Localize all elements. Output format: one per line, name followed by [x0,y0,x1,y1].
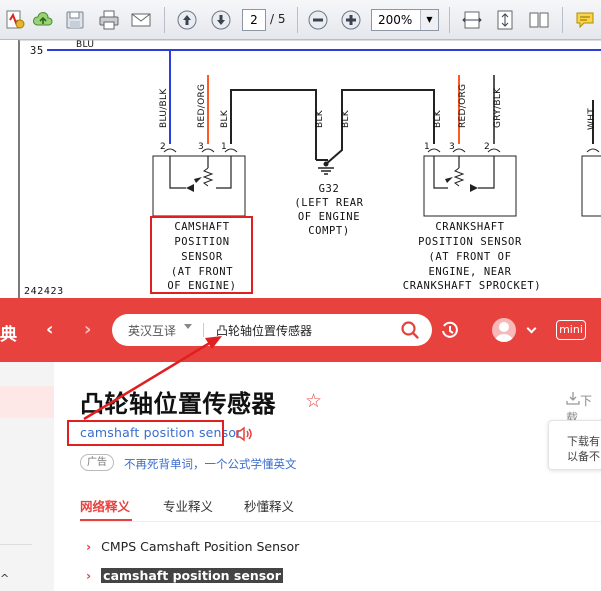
camshaft-sensor-label: CAMSHAFT POSITION SENSOR (AT FRONT OF EN… [167,221,236,292]
wire-number: 35 [30,45,44,57]
history-icon[interactable] [440,320,460,344]
next-page-icon[interactable] [208,7,234,33]
ad-link[interactable]: 不再死背单词，一个公式学懂英文 [124,456,297,472]
crankshaft-sensor-label: CRANKSHAFT POSITION SENSOR (AT FRONT OF … [403,221,541,292]
svg-text:POSITION SENSOR: POSITION SENSOR [418,236,522,248]
toolbar-divider [164,7,165,33]
svg-text:G32: G32 [319,183,340,195]
wire-label: RED/ORG [458,84,468,128]
toolbar-divider [297,7,298,33]
camshaft-sensor-symbol: 2 3 1 [152,142,246,217]
tab-quick-definition[interactable]: 秒懂释义 [244,496,294,515]
translation-mode-select[interactable]: 英汉互译 [128,322,176,339]
pdf-create-icon[interactable] [2,7,28,33]
zoom-out-icon[interactable] [305,7,331,33]
svg-text:(AT FRONT: (AT FRONT [171,266,233,278]
wire-label: BLK [433,109,443,128]
top-wire-label: BLU [76,40,94,50]
fit-page-icon[interactable] [492,7,518,33]
tab-web-definition[interactable]: 网络释义 [80,496,130,515]
ground-symbol [318,161,334,175]
svg-text:CAMSHAFT: CAMSHAFT [174,221,229,233]
svg-text:SENSOR: SENSOR [181,251,223,263]
svg-text:ENGINE, NEAR: ENGINE, NEAR [428,266,511,278]
zoom-value: 200% [378,13,413,27]
wire-label: GRY/BLK [493,87,503,128]
download-tooltip: 下载有 以备不 [548,420,601,470]
headword: 凸轮轴位置传感器 [80,390,276,418]
back-arrow-icon[interactable]: ‹ [46,319,53,340]
ground-label: G32 (LEFT REAR OF ENGINE COMPT) [294,183,363,237]
left-sidebar: ^ [0,362,54,591]
list-item[interactable]: › CMPS Camshaft Position Sensor [86,539,299,554]
save-icon[interactable] [62,7,88,33]
svg-text:(AT FRONT OF: (AT FRONT OF [428,251,511,263]
svg-text:CRANKSHAFT SPROCKET): CRANKSHAFT SPROCKET) [403,280,541,292]
svg-text:COMPT): COMPT) [308,225,350,237]
cloud-upload-icon[interactable] [30,7,56,33]
svg-text:OF ENGINE: OF ENGINE [298,211,360,223]
chevron-down-icon[interactable]: ▼ [420,10,438,30]
search-box[interactable]: 英汉互译 凸轮轴位置传感器 [112,314,432,346]
sidebar-item[interactable]: ^ [0,572,9,585]
figure-number: 242423 [24,286,64,297]
ad-badge: 广告 [80,454,114,471]
zoom-select[interactable]: 200% ▼ [371,9,439,31]
wire-label: RED/ORG [197,84,207,128]
page-number-input[interactable]: 2 [242,9,266,31]
result-text: camshaft position sensor [101,568,283,583]
email-icon[interactable] [128,7,154,33]
comment-icon[interactable] [572,7,598,33]
tooltip-line: 下载有 [567,435,600,448]
dictionary-app: 典 ‹ › 英汉互译 凸轮轴位置传感器 mini ^ 凸轮轴位置传感器 ☆ ca… [0,298,601,591]
fit-width-icon[interactable] [459,7,485,33]
mini-mode-button[interactable]: mini [556,320,586,340]
caret-down-icon[interactable] [184,324,192,329]
search-divider [203,323,204,337]
svg-text:CRANKSHAFT: CRANKSHAFT [435,221,504,233]
chevron-down-icon[interactable] [526,323,537,334]
download-icon [566,392,580,405]
speaker-icon[interactable] [235,426,253,446]
forward-arrow-icon[interactable]: › [84,319,91,340]
svg-text:OF ENGINE): OF ENGINE) [167,280,236,292]
previous-page-icon[interactable] [174,7,200,33]
wire-label: WHT [587,108,597,130]
crankshaft-sensor-symbol: 1 3 2 [423,142,517,217]
svg-text:POSITION: POSITION [174,236,229,248]
wiring-diagram: 35 BLU BLU/BLK RED/ORG BLK BLK BLK BLK R… [0,40,601,298]
search-icon[interactable] [400,320,420,344]
avatar[interactable] [492,318,516,342]
print-icon[interactable] [96,7,122,33]
svg-text:(LEFT REAR: (LEFT REAR [294,197,363,209]
favorite-star-icon[interactable]: ☆ [305,390,322,412]
tab-professional-definition[interactable]: 专业释义 [163,496,213,515]
chevron-right-icon: › [86,539,92,554]
page-total: / 5 [270,12,286,26]
result-text: CMPS Camshaft Position Sensor [101,539,300,554]
wire-label: BLK [220,109,230,128]
toolbar-divider [562,7,563,33]
translation-link[interactable]: camshaft position sensor [80,425,242,440]
chevron-right-icon: › [86,568,92,583]
list-item[interactable]: › camshaft position sensor [86,568,283,583]
wire-label: BLK [341,109,351,128]
tooltip-line: 以备不 [567,450,600,463]
sidebar-item-active[interactable] [0,386,54,418]
dictionary-header: 典 ‹ › 英汉互译 凸轮轴位置传感器 mini [0,298,601,362]
search-input[interactable]: 凸轮轴位置传感器 [216,322,312,339]
app-logo: 典 [0,325,17,345]
pdf-toolbar: 2 / 5 200% ▼ [0,0,601,40]
sidebar-divider [0,544,32,545]
wire-label: BLK [315,109,325,128]
two-page-icon[interactable] [526,7,552,33]
zoom-in-icon[interactable] [338,7,364,33]
tab-divider [80,521,601,522]
wire-label: BLU/BLK [159,88,169,128]
toolbar-divider [449,7,450,33]
